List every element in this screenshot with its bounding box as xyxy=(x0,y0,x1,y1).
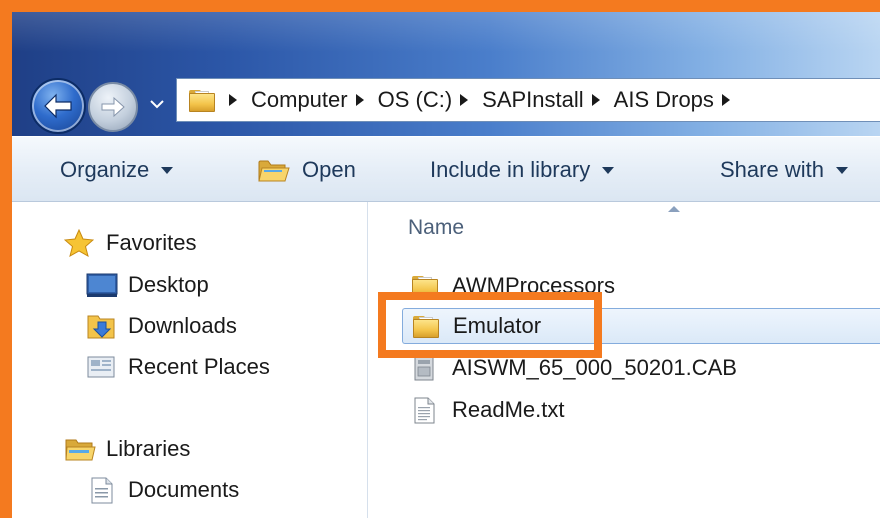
breadcrumb-item-computer[interactable]: Computer xyxy=(251,87,348,113)
back-arrow-icon xyxy=(44,93,72,119)
nav-label-documents: Documents xyxy=(128,477,240,502)
nav-item-favorites[interactable]: Favorites xyxy=(63,226,197,260)
open-folder-icon xyxy=(258,156,290,184)
breadcrumb-item-os-drive[interactable]: OS (C:) xyxy=(378,87,453,113)
open-button[interactable]: Open xyxy=(258,137,356,203)
highlight-frame-left xyxy=(0,0,12,518)
file-name: AWMProcessors xyxy=(452,273,615,298)
breadcrumb-item-sapinstall[interactable]: SAPInstall xyxy=(482,87,584,113)
nav-label-downloads: Downloads xyxy=(128,313,237,338)
breadcrumb-arrow-icon[interactable] xyxy=(721,94,730,106)
star-icon xyxy=(63,228,95,258)
organize-button[interactable]: Organize xyxy=(60,137,174,203)
nav-item-recent-places[interactable]: Recent Places xyxy=(86,350,270,384)
address-bar[interactable]: Computer OS (C:) SAPInstall AIS Drops xyxy=(176,78,880,122)
share-with-button[interactable]: Share with xyxy=(720,137,848,203)
file-row-emulator[interactable]: Emulator xyxy=(402,308,880,344)
recent-places-icon xyxy=(86,353,116,381)
desktop-icon xyxy=(86,271,118,299)
file-name: AISWM_65_000_50201.CAB xyxy=(452,355,737,380)
navigation-pane: Favorites Desktop Downloads Recent Place… xyxy=(12,202,368,518)
caret-down-icon xyxy=(602,166,615,174)
chevron-down-icon xyxy=(150,100,164,109)
sort-ascending-icon xyxy=(668,206,680,212)
organize-label: Organize xyxy=(60,157,150,182)
breadcrumb-arrow-icon[interactable] xyxy=(355,94,364,106)
libraries-icon xyxy=(64,435,96,463)
share-with-label: Share with xyxy=(720,157,824,182)
breadcrumb: Computer OS (C:) SAPInstall AIS Drops xyxy=(229,79,744,121)
documents-icon xyxy=(86,476,116,504)
breadcrumb-item-ais-drops[interactable]: AIS Drops xyxy=(614,87,714,113)
nav-label-favorites: Favorites xyxy=(106,230,197,255)
column-header-name[interactable]: Name xyxy=(408,216,464,240)
nav-label-libraries: Libraries xyxy=(106,436,191,461)
breadcrumb-arrow-icon[interactable] xyxy=(591,94,600,106)
downloads-folder-icon xyxy=(86,312,116,340)
nav-item-downloads[interactable]: Downloads xyxy=(86,309,237,343)
cab-file-icon xyxy=(410,354,438,382)
back-button[interactable] xyxy=(30,78,86,134)
nav-label-desktop: Desktop xyxy=(128,272,209,297)
forward-arrow-icon xyxy=(101,96,125,118)
file-row-readme[interactable]: ReadMe.txt xyxy=(402,392,880,428)
file-row-awmprocessors[interactable]: AWMProcessors xyxy=(402,268,880,304)
open-label: Open xyxy=(302,157,356,182)
include-in-library-label: Include in library xyxy=(430,157,591,182)
folder-icon xyxy=(187,86,215,114)
highlight-frame-top xyxy=(0,0,880,12)
recent-pages-dropdown[interactable] xyxy=(148,97,166,111)
command-toolbar: Organize Open Include in library Share w… xyxy=(12,136,880,202)
include-in-library-button[interactable]: Include in library xyxy=(430,137,615,203)
nav-label-recent-places: Recent Places xyxy=(128,354,270,379)
forward-button[interactable] xyxy=(88,82,138,132)
caret-down-icon xyxy=(835,166,848,174)
text-file-icon xyxy=(410,396,438,424)
breadcrumb-arrow-icon[interactable] xyxy=(229,94,237,106)
file-name: Emulator xyxy=(453,313,542,338)
nav-item-desktop[interactable]: Desktop xyxy=(86,268,209,302)
folder-icon xyxy=(411,312,439,340)
file-name: ReadMe.txt xyxy=(452,397,565,422)
nav-item-documents[interactable]: Documents xyxy=(86,473,239,507)
breadcrumb-arrow-icon[interactable] xyxy=(460,94,469,106)
folder-icon xyxy=(410,272,438,300)
caret-down-icon xyxy=(161,166,174,174)
nav-item-libraries[interactable]: Libraries xyxy=(64,432,190,466)
file-row-cab[interactable]: AISWM_65_000_50201.CAB xyxy=(402,350,880,386)
file-list-pane: Name AWMProcessors Emulator AISWM_65_000… xyxy=(368,202,880,518)
